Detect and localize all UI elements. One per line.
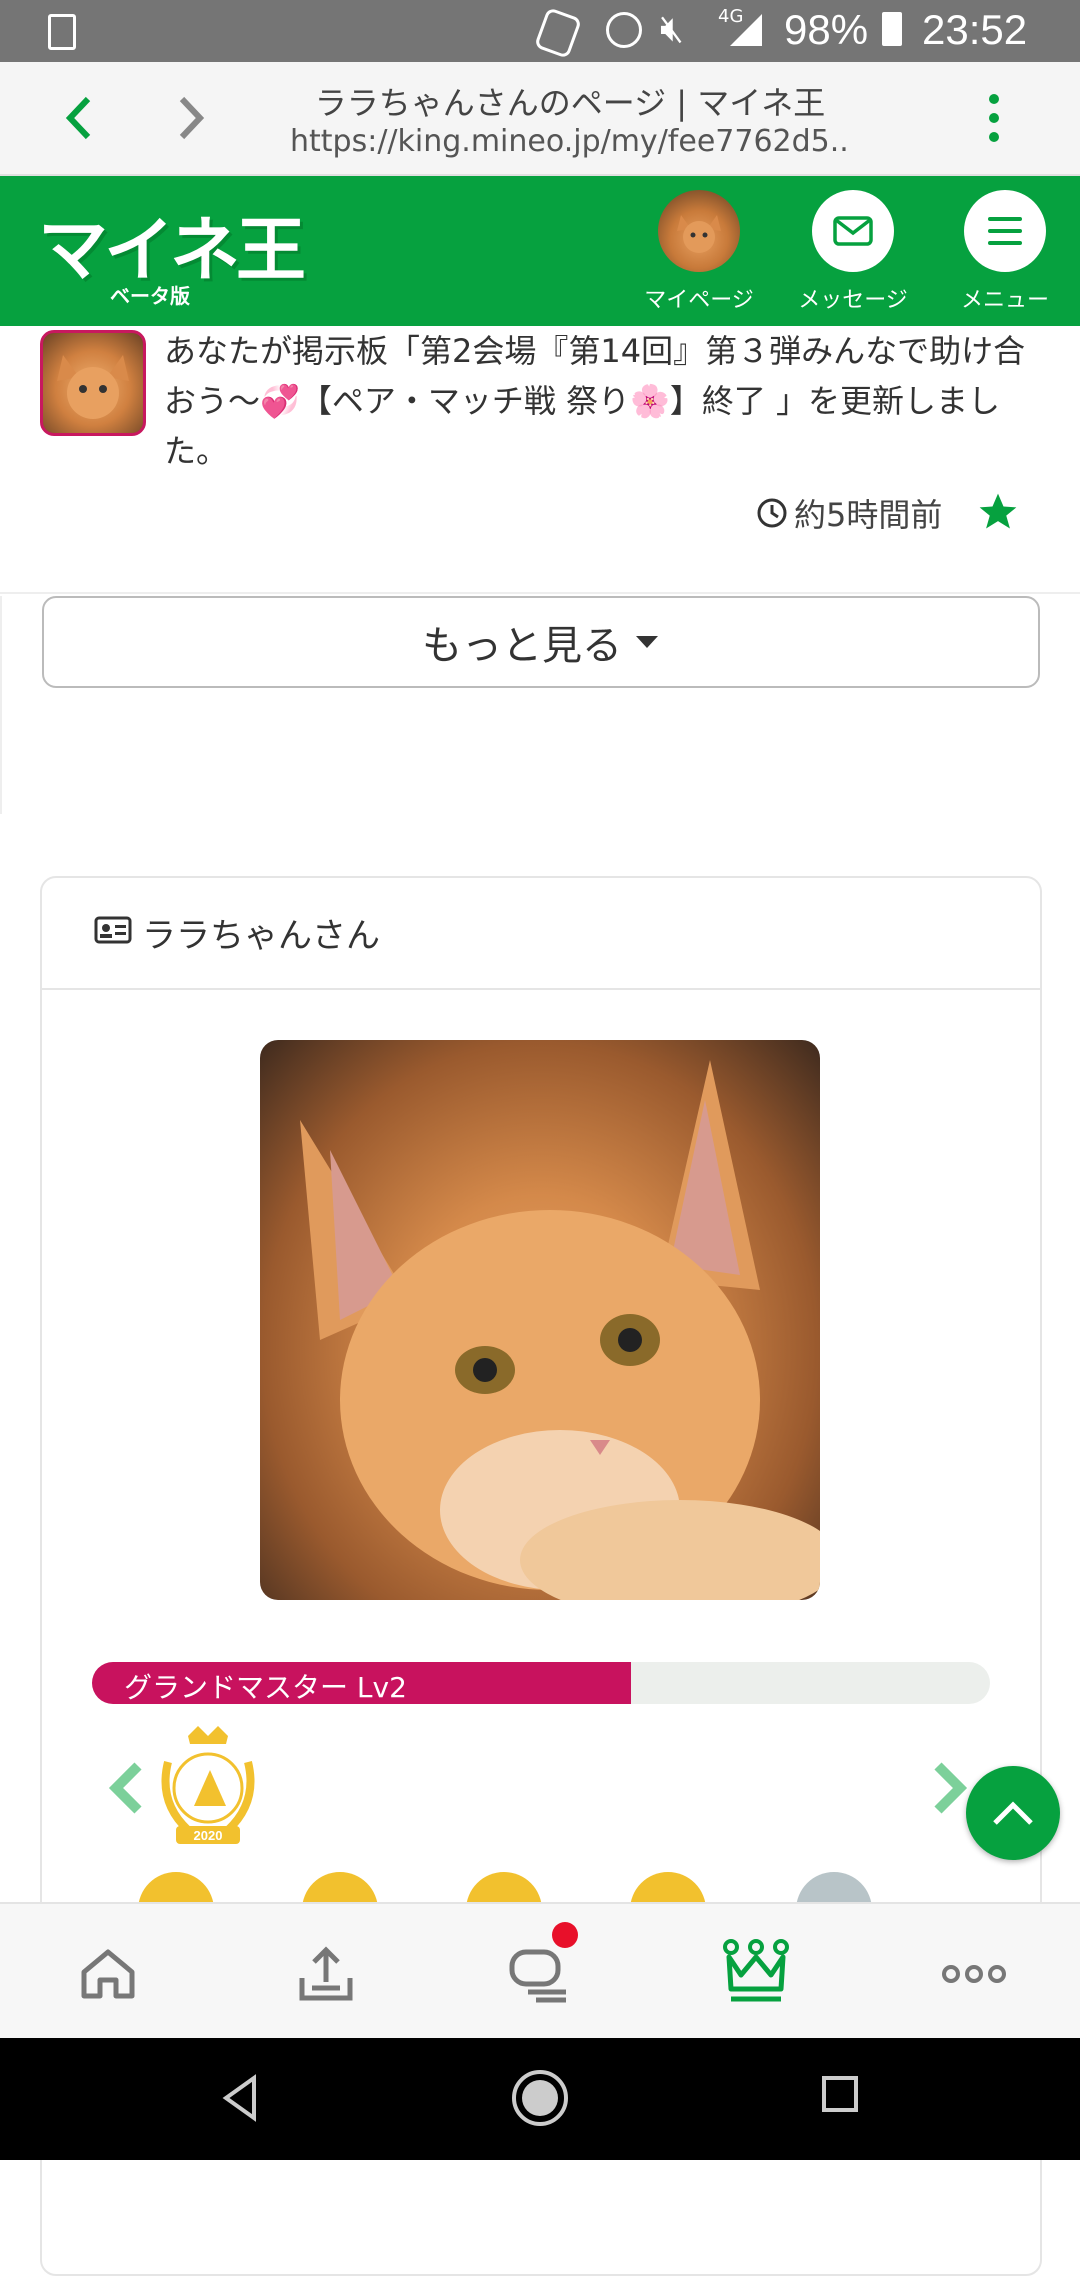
menu-button[interactable]: メニュー	[930, 190, 1080, 314]
laurel-badge-icon: 2020	[161, 1726, 255, 1844]
browser-menu-button[interactable]	[962, 86, 1026, 150]
message-circle	[812, 190, 894, 272]
sync-icon	[606, 12, 642, 48]
tab-home[interactable]	[68, 1934, 148, 2014]
back-button[interactable]	[48, 86, 112, 150]
activity-avatar[interactable]	[40, 330, 146, 436]
more-horiz-icon	[942, 1965, 1006, 1983]
notification-dot	[552, 1922, 578, 1948]
battery-percent: 98%	[784, 6, 869, 53]
left-edge-line	[0, 596, 2, 814]
beta-label: ベータ版	[110, 284, 190, 308]
star-icon[interactable]	[976, 490, 1020, 534]
crown-icon	[723, 1939, 789, 2002]
cat-photo-icon	[300, 1060, 820, 1600]
back-triangle-icon[interactable]	[220, 2074, 260, 2122]
tab-king[interactable]	[716, 1934, 796, 2014]
system-nav-bar	[0, 2038, 1080, 2160]
page-title: ララちゃんさんのページ | マイネ王	[314, 84, 826, 122]
id-card-icon	[94, 916, 132, 944]
data-saver-icon	[533, 7, 583, 59]
clock-icon	[757, 498, 787, 528]
cat-face-icon	[677, 215, 721, 253]
site-header: マイネ王 ベータ版 マイページ メッセージ メニュー	[0, 176, 1080, 326]
show-more-button[interactable]: もっと見る	[42, 596, 1040, 688]
chevron-right-icon	[179, 96, 205, 140]
cat-face-icon	[57, 355, 129, 419]
tab-forum[interactable]	[500, 1922, 580, 2014]
caret-down-icon	[636, 636, 658, 648]
home-icon	[81, 1949, 135, 1999]
menu-label: メニュー	[960, 288, 1049, 313]
badge-year: 2020	[194, 1828, 223, 1843]
signal-icon	[730, 14, 762, 46]
rank-label: グランドマスター Lv2	[124, 1671, 407, 1704]
scroll-top-button[interactable]	[966, 1766, 1060, 1860]
menu-circle	[964, 190, 1046, 272]
profile-name: ララちゃんさん	[142, 916, 380, 956]
rank-progress-bar: グランドマスター Lv2	[92, 1662, 990, 1704]
tab-upload[interactable]	[286, 1934, 366, 2014]
home-circle-icon[interactable]	[510, 2068, 570, 2128]
bottom-tab-bar	[0, 1902, 1080, 2040]
chevron-up-icon	[993, 1801, 1033, 1825]
chat-bubble-icon	[509, 1949, 566, 2003]
url-bar[interactable]: https://king.mineo.jp/my/fee7762d5...	[290, 124, 850, 159]
divider	[0, 592, 1080, 594]
activity-time-text: 約5時間前	[794, 496, 943, 534]
clipboard-icon	[48, 14, 76, 50]
browser-bar: ララちゃんさんのページ | マイネ王 https://king.mineo.jp…	[0, 62, 1080, 176]
hamburger-icon	[988, 217, 1022, 245]
badge-prev-arrow-icon[interactable]	[106, 1760, 146, 1816]
clock: 23:52	[922, 6, 1028, 53]
forward-button[interactable]	[158, 86, 222, 150]
upload-tray-icon	[299, 1946, 353, 2001]
mute-icon: 🔇︎	[660, 6, 684, 50]
badge-next-arrow-icon[interactable]	[930, 1760, 970, 1816]
message-button[interactable]: メッセージ	[778, 190, 928, 314]
activity-time: 約5時間前	[756, 490, 942, 536]
activity-text[interactable]: あなたが掲示板「第2会場『第14回』第３弾みんなで助け合おう～💞【ペア・マッチ戦…	[164, 326, 1044, 476]
chevron-left-icon	[65, 96, 91, 140]
message-label: メッセージ	[798, 288, 908, 313]
mypage-label: マイページ	[644, 288, 754, 313]
more-vert-icon	[989, 94, 999, 142]
envelope-icon	[833, 216, 873, 246]
status-bar: 🔇︎ 4G 98% 23:52	[0, 0, 1080, 62]
show-more-label: もっと見る	[422, 623, 622, 669]
mypage-button[interactable]: マイページ	[624, 190, 774, 314]
recents-square-icon[interactable]	[820, 2074, 860, 2114]
badge-2020[interactable]: 2020	[148, 1722, 268, 1852]
tab-more[interactable]	[934, 1934, 1014, 2014]
battery-icon	[882, 12, 902, 46]
profile-photo[interactable]	[260, 1040, 820, 1600]
avatar	[658, 190, 740, 272]
